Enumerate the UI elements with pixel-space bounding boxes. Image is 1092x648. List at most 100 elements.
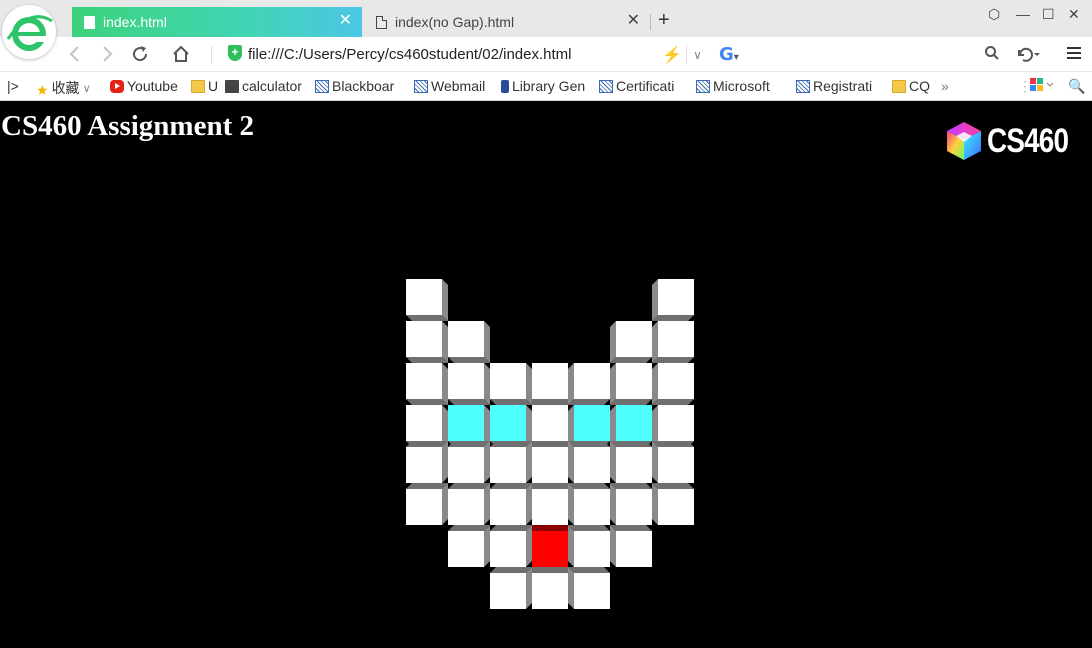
library-icon xyxy=(501,79,509,93)
white-cube xyxy=(532,405,568,447)
red-cube xyxy=(532,525,568,567)
white-cube xyxy=(568,483,610,525)
undo-close-icon[interactable] xyxy=(1015,45,1041,66)
document-icon xyxy=(84,15,95,29)
forward-button[interactable] xyxy=(100,45,114,66)
google-search-icon[interactable]: G▾ xyxy=(719,44,739,65)
back-button[interactable] xyxy=(68,45,82,66)
bookmark-cq[interactable]: CQ xyxy=(892,78,930,94)
bookmark-library-gen[interactable]: Library Gen xyxy=(501,78,585,94)
blackboard-icon xyxy=(315,79,329,93)
bookmark-webmail[interactable]: Webmail xyxy=(414,78,485,94)
tab-divider xyxy=(650,14,651,30)
address-divider xyxy=(211,46,212,64)
maximize-button[interactable]: ☐ xyxy=(1042,6,1055,23)
white-cube xyxy=(532,363,568,405)
skin-icon[interactable]: ⬡ xyxy=(988,6,1000,23)
bookmark-favorites[interactable]: ★ 收藏 ∨ xyxy=(36,78,91,98)
white-cube xyxy=(448,525,490,567)
cyan-cube xyxy=(568,405,610,447)
cube-grid xyxy=(0,102,1092,648)
white-cube xyxy=(490,441,532,483)
white-cube xyxy=(610,321,652,363)
bookmark-certification[interactable]: Certificati xyxy=(599,78,674,94)
bookmark-calculator[interactable]: calculator xyxy=(225,78,302,94)
blackboard-icon xyxy=(414,79,428,93)
white-cube xyxy=(652,483,694,525)
white-cube xyxy=(532,483,568,525)
white-cube xyxy=(490,483,532,525)
bookmark-label: 收藏 xyxy=(51,80,80,96)
bookmark-u[interactable]: U xyxy=(191,78,218,94)
document-icon xyxy=(376,15,387,29)
white-cube xyxy=(406,441,448,483)
white-cube xyxy=(490,363,532,405)
blackboard-icon xyxy=(696,79,710,93)
tab-title: index.html xyxy=(103,14,167,30)
tab-index-html[interactable]: index.html ✕ xyxy=(72,7,362,37)
white-cube xyxy=(406,483,448,525)
white-cube xyxy=(532,441,568,483)
tab-index-no-gap-html[interactable]: index(no Gap).html ✕ xyxy=(364,7,650,37)
address-dropdown-icon[interactable]: ∨ xyxy=(686,45,708,65)
white-cube xyxy=(568,363,610,405)
find-icon[interactable]: 🔍 xyxy=(1068,78,1085,95)
white-cube xyxy=(568,525,610,567)
page-canvas: CS460 Assignment 2 CS460 xyxy=(0,102,1092,648)
folder-icon xyxy=(892,79,906,93)
bookmark-label: Certificati xyxy=(616,78,675,94)
close-tab-icon[interactable]: ✕ xyxy=(627,13,640,29)
bookmark-label: Registrati xyxy=(813,78,873,94)
bookmark-blackboard[interactable]: Blackboar xyxy=(315,78,394,94)
tab-title: index(no Gap).html xyxy=(395,14,515,30)
bookmark-youtube[interactable]: Youtube xyxy=(110,78,178,94)
extensions-icon[interactable] xyxy=(1030,78,1054,92)
more-bookmarks-icon[interactable]: » xyxy=(941,78,949,94)
browser-logo-icon[interactable] xyxy=(2,5,56,59)
white-cube xyxy=(448,321,490,363)
new-tab-button[interactable]: + xyxy=(658,10,670,30)
address-bar[interactable]: file:///C:/Users/Percy/cs460student/02/i… xyxy=(248,46,571,63)
white-cube xyxy=(532,567,568,609)
cyan-cube xyxy=(610,405,652,447)
cyan-cube xyxy=(448,405,490,447)
white-cube xyxy=(448,363,490,405)
folder-icon xyxy=(191,79,205,93)
bookmark-label: Library Gen xyxy=(512,78,586,94)
white-cube xyxy=(490,567,532,609)
white-cube xyxy=(652,363,694,405)
minimize-button[interactable]: — xyxy=(1016,6,1030,22)
bookmarks-bar: |> ★ 收藏 ∨ Youtube U calculator Blackboar… xyxy=(0,72,1092,101)
white-cube xyxy=(652,321,694,363)
home-button[interactable] xyxy=(172,45,190,66)
close-tab-icon[interactable]: ✕ xyxy=(339,13,352,29)
bookmark-label: Webmail xyxy=(431,78,486,94)
menu-icon[interactable] xyxy=(1066,45,1082,64)
bookmark-registration[interactable]: Registrati xyxy=(796,78,872,94)
bookmark-label: Youtube xyxy=(127,78,178,94)
youtube-icon xyxy=(110,79,124,93)
speed-mode-icon[interactable]: ⚡ xyxy=(662,45,682,65)
white-cube xyxy=(406,405,448,447)
search-icon[interactable] xyxy=(984,45,1000,64)
white-cube xyxy=(568,567,610,609)
close-window-button[interactable]: ✕ xyxy=(1068,6,1080,23)
security-shield-icon[interactable]: + xyxy=(228,45,242,61)
bookmark-microsoft[interactable]: Microsoft xyxy=(696,78,770,94)
sidebar-toggle-icon[interactable]: |> xyxy=(7,78,19,94)
tab-strip: index.html ✕ index(no Gap).html ✕ + ⬡ — … xyxy=(0,0,1092,59)
reload-button[interactable] xyxy=(131,45,149,66)
white-cube xyxy=(568,441,610,483)
navigation-toolbar: + file:///C:/Users/Percy/cs460student/02… xyxy=(0,37,1092,72)
white-cube xyxy=(406,279,448,321)
white-cube xyxy=(652,405,694,447)
white-cube xyxy=(448,483,490,525)
white-cube xyxy=(490,525,532,567)
white-cube xyxy=(406,363,448,405)
white-cube xyxy=(610,525,652,567)
bookmark-label: calculator xyxy=(242,78,302,94)
bookmark-label: Blackboar xyxy=(332,78,395,94)
white-cube xyxy=(652,441,694,483)
white-cube xyxy=(652,279,694,321)
white-cube xyxy=(610,441,652,483)
